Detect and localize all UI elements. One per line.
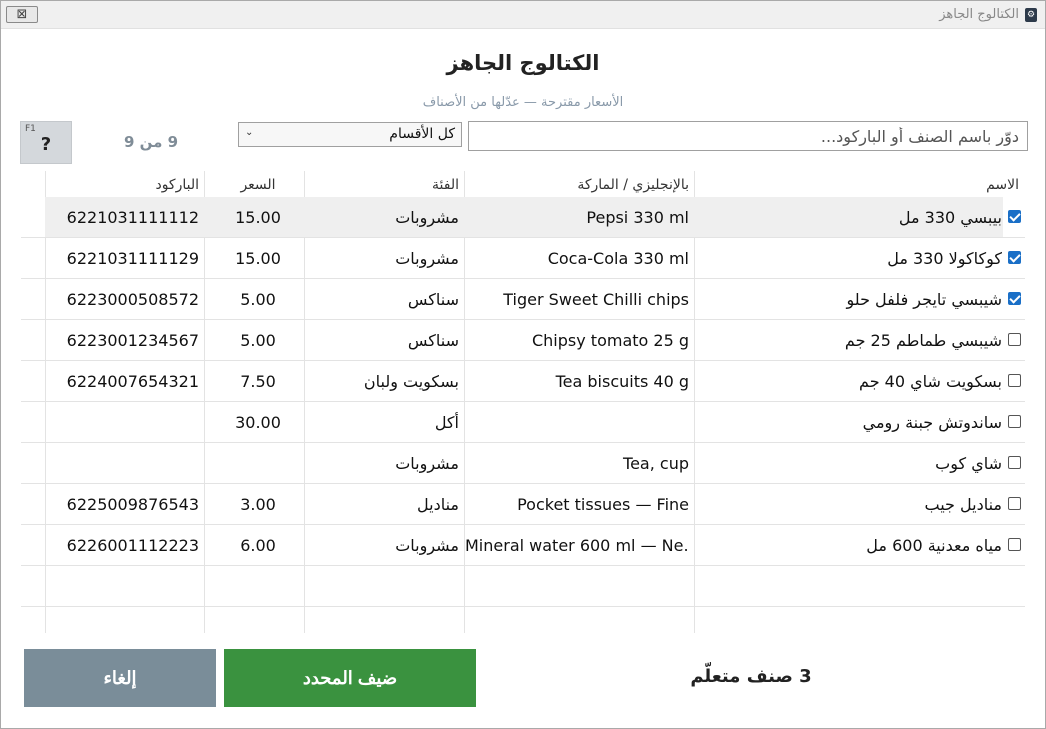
item-category: مشروبات <box>395 536 459 555</box>
table-row[interactable]: شاي كوب Tea, cup مشروبات <box>21 443 1025 484</box>
item-price: 5.00 <box>240 331 276 350</box>
row-checkbox[interactable] <box>1008 251 1021 264</box>
item-price: 5.00 <box>240 290 276 309</box>
item-english-name: Tea, cup <box>623 454 689 473</box>
item-barcode: 6223001234567 <box>66 331 199 350</box>
catalog-table: الاسم بالإنجليزي / الماركة الفئة السعر ا… <box>21 171 1025 633</box>
page-subtitle: الأسعار مقترحة — عدّلها من الأصناف <box>422 95 624 110</box>
table-row[interactable]: مناديل جيب Pocket tissues — Fine مناديل 3.0… <box>21 484 1025 525</box>
item-category: مشروبات <box>395 208 459 227</box>
close-button[interactable]: ⊠ <box>6 6 38 23</box>
table-row[interactable]: شيبسي طماطم 25 جم Chipsy tomato 25 g سناكس… <box>21 320 1025 361</box>
item-english-name: Pepsi 330 ml <box>586 208 689 227</box>
row-checkbox[interactable] <box>1008 374 1021 387</box>
item-barcode: 6221031111129 <box>66 249 199 268</box>
row-checkbox[interactable] <box>1008 497 1021 510</box>
item-price: 15.00 <box>235 208 281 227</box>
item-english-name: Chipsy tomato 25 g <box>531 331 689 350</box>
item-category: مشروبات <box>395 454 459 473</box>
selected-count: 3 صنف متعلّم <box>690 666 812 687</box>
item-name: كوكاكولا 330 مل <box>887 249 1002 268</box>
item-english-name: Tiger Sweet Chilli chips <box>503 290 689 309</box>
item-price: 3.00 <box>240 495 276 514</box>
header-barcode[interactable]: الباركود <box>155 177 199 193</box>
row-checkbox[interactable] <box>1008 210 1021 223</box>
results-count: 9 من 9 <box>123 133 179 151</box>
page-title: الكتالوج الجاهز <box>446 51 600 75</box>
item-category: مناديل <box>417 495 459 514</box>
item-name: بسكويت شاي 40 جم <box>859 372 1002 391</box>
table-row[interactable]: مياه معدنية 600 مل Mineral water 600 ml —… <box>21 525 1025 566</box>
row-checkbox[interactable] <box>1008 415 1021 428</box>
category-select-value: كل الأقسام <box>389 126 455 142</box>
item-category: سناكس <box>407 290 459 309</box>
item-name: شيبسي تايجر فلفل حلو <box>846 290 1002 309</box>
item-name: ساندوتش جبنة رومي <box>862 413 1002 432</box>
header-english[interactable]: بالإنجليزي / الماركة <box>577 177 689 193</box>
header-category[interactable]: الفئة <box>432 177 459 193</box>
item-name: مناديل جيب <box>924 495 1002 514</box>
cancel-button[interactable]: إلغاء <box>24 649 216 707</box>
row-checkbox[interactable] <box>1008 292 1021 305</box>
chevron-down-icon: ⌄ <box>245 127 254 138</box>
help-icon: ? <box>40 134 52 155</box>
item-barcode: 6225009876543 <box>66 495 199 514</box>
item-category: سناكس <box>407 331 459 350</box>
item-english-name: Pocket tissues — Fine <box>517 495 689 514</box>
empty-row <box>21 566 1025 607</box>
item-english-name: Mineral water 600 ml — Ne... <box>465 536 689 555</box>
item-barcode: 6224007654321 <box>66 372 199 391</box>
table-row[interactable]: بيبسي 330 مل Pepsi 330 ml مشروبات 15.00 6221… <box>21 197 1025 238</box>
item-price: 7.50 <box>240 372 276 391</box>
category-select[interactable]: كل الأقسام ⌄ <box>238 122 462 147</box>
item-name: بيبسي 330 مل <box>898 208 1002 227</box>
header-name[interactable]: الاسم <box>986 177 1019 193</box>
item-name: شاي كوب <box>935 454 1002 473</box>
header-price[interactable]: السعر <box>233 177 283 193</box>
table-row[interactable]: بسكويت شاي 40 جم Tea biscuits 40 g بسكويت … <box>21 361 1025 402</box>
close-icon: ⊠ <box>16 7 28 22</box>
item-barcode: 6223000508572 <box>66 290 199 309</box>
row-checkbox[interactable] <box>1008 456 1021 469</box>
item-english-name: Coca-Cola 330 ml <box>547 249 689 268</box>
item-category: بسكويت ولبان <box>363 372 459 391</box>
add-selected-label: ضيف المحدد <box>302 668 398 688</box>
item-name: مياه معدنية 600 مل <box>866 536 1002 555</box>
item-english-name: Tea biscuits 40 g <box>555 372 689 391</box>
cancel-button-label: إلغاء <box>103 668 137 688</box>
item-barcode: 6226001112223 <box>66 536 199 555</box>
catalog-window: ⊠ ⚙ الكتالوج الجاهز الكتالوج الجاهز الأس… <box>0 0 1046 729</box>
table-row[interactable]: شيبسي تايجر فلفل حلو Tiger Sweet Chilli c… <box>21 279 1025 320</box>
help-button[interactable]: F1 ? <box>20 121 72 164</box>
row-checkbox[interactable] <box>1008 538 1021 551</box>
item-barcode: 6221031111112 <box>66 208 199 227</box>
item-name: شيبسي طماطم 25 جم <box>844 331 1002 350</box>
item-price: 30.00 <box>235 413 281 432</box>
empty-row <box>21 607 1025 635</box>
table-row[interactable]: كوكاكولا 330 مل Coca-Cola 330 ml مشروبات 15… <box>21 238 1025 279</box>
search-input[interactable] <box>468 121 1028 151</box>
item-category: أكل <box>434 413 459 432</box>
app-icon: ⚙ <box>1025 8 1037 22</box>
item-price: 15.00 <box>235 249 281 268</box>
help-shortcut: F1 <box>25 124 36 134</box>
item-category: مشروبات <box>395 249 459 268</box>
item-price: 6.00 <box>240 536 276 555</box>
add-selected-button[interactable]: ضيف المحدد <box>224 649 476 707</box>
window-title: الكتالوج الجاهز <box>939 7 1019 22</box>
table-row[interactable]: ساندوتش جبنة رومي أكل 30.00 <box>21 402 1025 443</box>
title-bar: ⊠ ⚙ الكتالوج الجاهز <box>1 1 1045 29</box>
row-checkbox[interactable] <box>1008 333 1021 346</box>
